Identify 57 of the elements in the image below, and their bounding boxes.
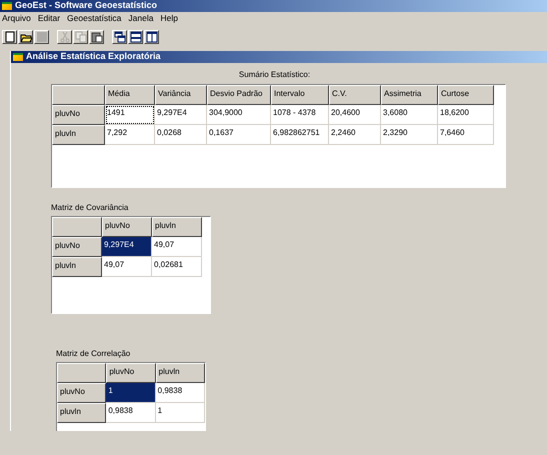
column-header: Curtose bbox=[438, 85, 494, 105]
menu-item[interactable]: Arquivo bbox=[2, 12, 31, 25]
table-cell[interactable]: 9,297E4 bbox=[102, 237, 152, 257]
column-header: Assimetria bbox=[381, 85, 438, 105]
table-cell[interactable]: 1078 - 4378 bbox=[271, 105, 329, 125]
column-header: pluvNo bbox=[106, 363, 156, 383]
row-header: pluvln bbox=[52, 257, 102, 277]
row-header: pluvNo bbox=[52, 237, 102, 257]
table-cell[interactable]: 2,3290 bbox=[381, 125, 438, 145]
menu-item[interactable]: Help bbox=[160, 12, 178, 25]
table-cell[interactable]: 9,297E4 bbox=[155, 105, 207, 125]
table-cell[interactable]: 7,6460 bbox=[438, 125, 494, 145]
column-header: pluvln bbox=[156, 363, 205, 383]
app-icon bbox=[2, 2, 12, 10]
menu-item[interactable]: Janela bbox=[128, 12, 154, 25]
correlation-title: Matriz de Correlação bbox=[56, 348, 132, 360]
row-header: pluvln bbox=[52, 125, 105, 145]
table-cell[interactable]: 1 bbox=[106, 383, 156, 403]
column-header: pluvln bbox=[152, 217, 202, 237]
table-cell[interactable]: 20,4600 bbox=[329, 105, 381, 125]
cascade-windows-button[interactable] bbox=[112, 30, 127, 44]
folder-button[interactable] bbox=[18, 30, 33, 44]
row-header: pluvNo bbox=[52, 105, 105, 125]
column-header: C.V. bbox=[329, 85, 381, 105]
app-icon bbox=[13, 53, 23, 61]
menu-item[interactable]: Editar bbox=[38, 12, 60, 25]
table-cell[interactable]: 0,9838 bbox=[106, 403, 156, 423]
table-cell[interactable]: 18,6200 bbox=[438, 105, 494, 125]
table-cell[interactable]: 0,1637 bbox=[207, 125, 271, 145]
table-cell[interactable]: 49,07 bbox=[152, 237, 202, 257]
summary-title: Sumário Estatístico: bbox=[238, 69, 312, 81]
table-cell[interactable]: 304,9000 bbox=[207, 105, 271, 125]
window-title: GeoEst - Software Geoestatístico bbox=[15, 0, 158, 12]
covariance-title: Matriz de Covariância bbox=[51, 202, 130, 214]
table-cell[interactable]: 0,9838 bbox=[156, 383, 205, 403]
column-header: pluvNo bbox=[102, 217, 152, 237]
menu-item[interactable]: Geoestatística bbox=[67, 12, 122, 25]
table-cell[interactable]: 1491 bbox=[105, 105, 155, 125]
column-header: Desvio Padrão bbox=[207, 85, 271, 105]
table-cell[interactable]: 6,982862751 bbox=[271, 125, 329, 145]
table-cell[interactable]: 1 bbox=[156, 403, 205, 423]
paste-button[interactable] bbox=[89, 30, 104, 44]
child-window-title: Análise Estatística Exploratória bbox=[26, 51, 161, 64]
column-header: Variância bbox=[155, 85, 207, 105]
table-cell[interactable]: 0,02681 bbox=[152, 257, 202, 277]
new-file-button[interactable] bbox=[2, 30, 17, 44]
column-header: Intervalo bbox=[271, 85, 329, 105]
table-cell[interactable]: 49,07 bbox=[102, 257, 152, 277]
table-cell[interactable]: 0,0268 bbox=[155, 125, 207, 145]
table-cell[interactable]: 2,2460 bbox=[329, 125, 381, 145]
row-header: pluvln bbox=[57, 403, 106, 423]
tile-horizontal-button[interactable] bbox=[128, 30, 143, 44]
column-header: Média bbox=[105, 85, 155, 105]
table-cell[interactable]: 7,292 bbox=[105, 125, 155, 145]
table-cell[interactable]: 3,6080 bbox=[381, 105, 438, 125]
row-header: pluvNo bbox=[57, 383, 106, 403]
tile-vertical-button[interactable] bbox=[144, 30, 159, 44]
